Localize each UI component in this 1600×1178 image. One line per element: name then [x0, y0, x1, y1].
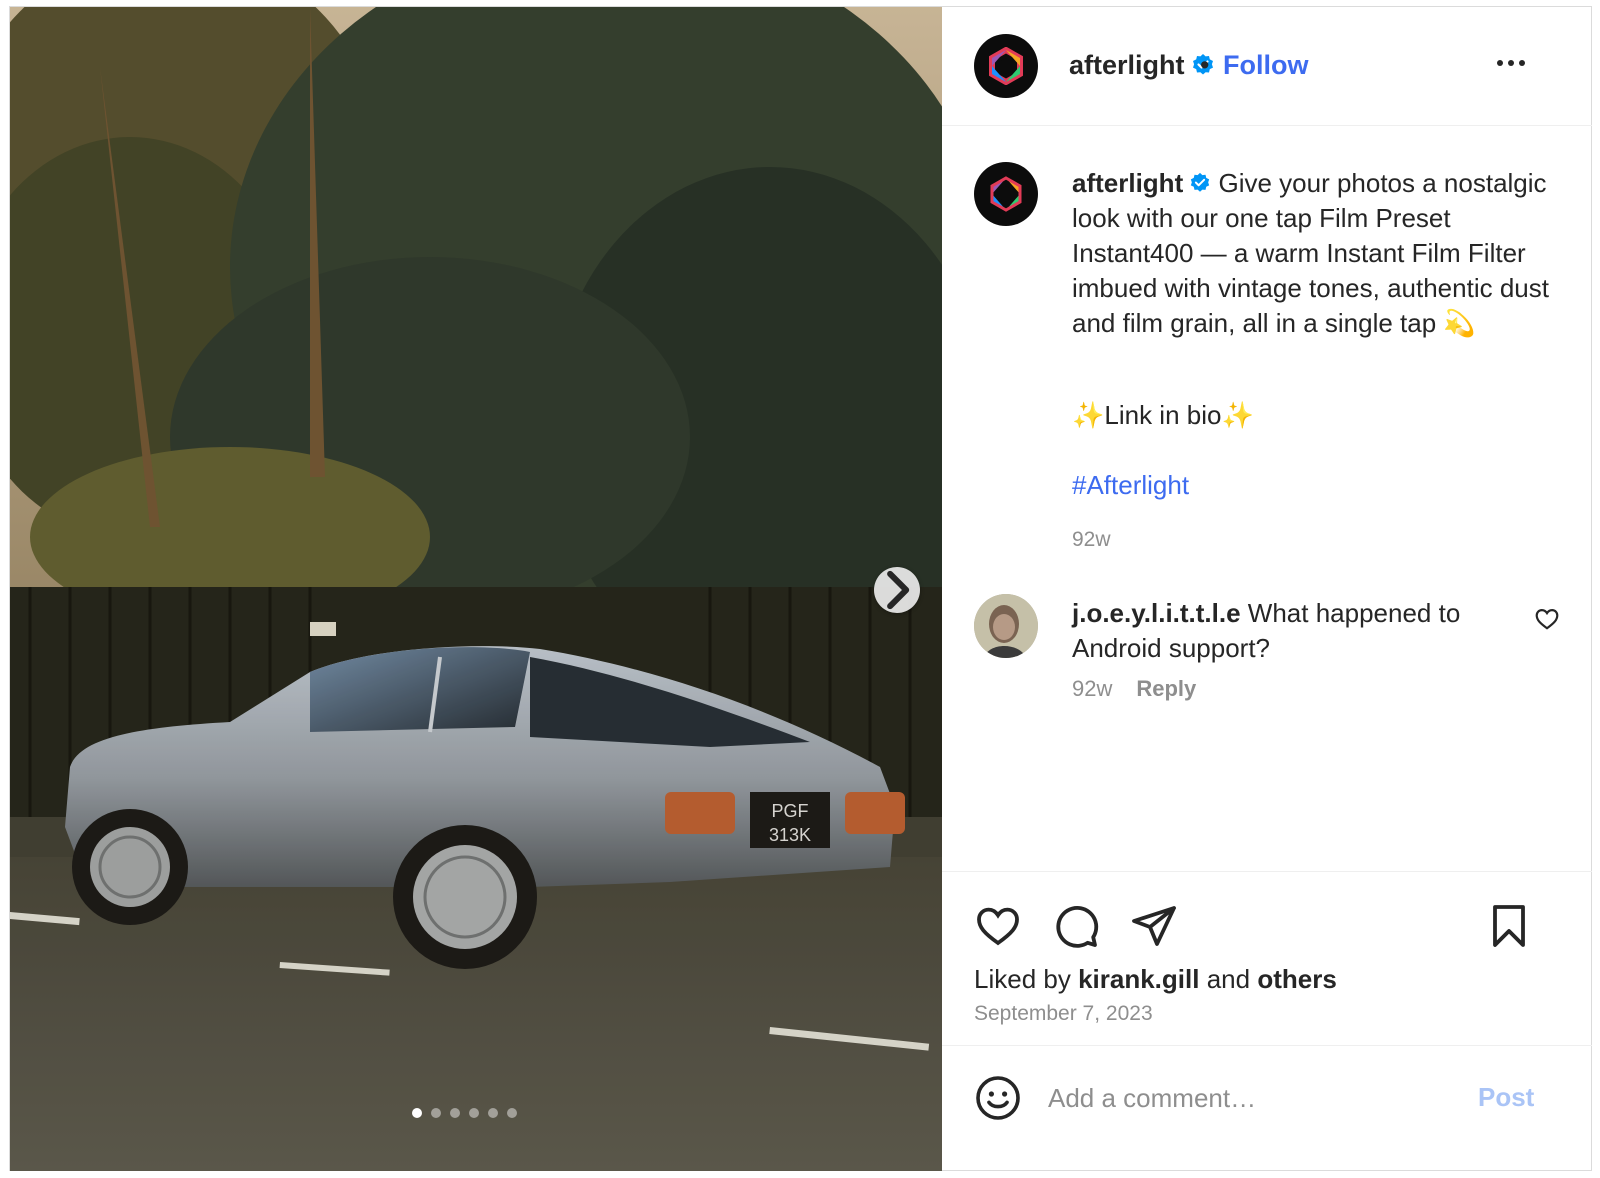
afterlight-logo-icon — [989, 47, 1023, 85]
header-separator: • — [1200, 50, 1210, 80]
carousel-dot — [488, 1108, 498, 1118]
car-photo-illustration: PGF 313K — [10, 7, 942, 1171]
chevron-right-icon — [887, 570, 910, 610]
more-dot — [1508, 60, 1514, 66]
caption-username[interactable]: afterlight — [1072, 168, 1183, 198]
carousel-dot — [469, 1108, 479, 1118]
liked-by-text: Liked by kirank.gill and others — [974, 964, 1337, 995]
carousel-dot — [412, 1108, 422, 1118]
liked-by-others[interactable]: others — [1257, 964, 1336, 994]
add-comment-bar: Post — [942, 1045, 1592, 1165]
heart-outline-icon — [1535, 609, 1559, 630]
caption-timestamp[interactable]: 92w — [1072, 528, 1111, 552]
commenter-avatar-image — [974, 594, 1038, 658]
action-icons — [974, 902, 1178, 950]
reply-button[interactable]: Reply — [1136, 676, 1196, 702]
carousel-dot — [450, 1108, 460, 1118]
post-actions: Liked by kirank.gill and others Septembe… — [942, 871, 1592, 1051]
comment-icon[interactable] — [1052, 902, 1100, 950]
carousel-dot — [431, 1108, 441, 1118]
comment-meta: 92w Reply — [1072, 676, 1196, 702]
emoji-smile-icon[interactable] — [974, 1074, 1022, 1122]
comment-text: j.o.e.y.l.i.t.t.l.e What happened to And… — [1072, 596, 1512, 666]
heart-icon[interactable] — [974, 902, 1022, 950]
add-comment-input[interactable] — [1048, 1076, 1468, 1120]
bookmark-icon[interactable] — [1485, 902, 1533, 950]
post-detail-panel: afterlight • Follow afterlight Give your… — [942, 7, 1592, 1171]
afterlight-logo-icon — [990, 176, 1022, 212]
carousel-dot — [507, 1108, 517, 1118]
commenter-avatar[interactable] — [974, 594, 1038, 658]
more-options-icon[interactable] — [1497, 60, 1525, 66]
caption-hashtag[interactable]: #Afterlight — [1072, 470, 1189, 501]
post-header: afterlight • Follow — [942, 7, 1592, 126]
carousel-indicator — [412, 1108, 517, 1118]
header-username[interactable]: afterlight — [1069, 50, 1215, 81]
caption-avatar[interactable] — [974, 162, 1038, 226]
follow-button[interactable]: Follow — [1223, 50, 1308, 81]
liked-by-user[interactable]: kirank.gill — [1078, 964, 1199, 994]
liked-by-prefix: Liked by — [974, 964, 1071, 994]
header-username-text[interactable]: afterlight — [1069, 50, 1185, 80]
post-date[interactable]: September 7, 2023 — [974, 1002, 1153, 1026]
comment-like-button[interactable] — [1534, 606, 1560, 637]
verified-badge-icon — [1191, 173, 1210, 192]
comment-timestamp[interactable]: 92w — [1072, 676, 1112, 702]
afterlight-avatar[interactable] — [974, 34, 1038, 98]
post-photo[interactable]: PGF 313K — [10, 7, 942, 1171]
post-comment-button[interactable]: Post — [1478, 1082, 1534, 1113]
liked-by-and: and — [1206, 964, 1251, 994]
caption-link-in-bio: ✨Link in bio✨ — [1072, 400, 1254, 430]
more-dot — [1497, 60, 1503, 66]
next-photo-button[interactable] — [874, 567, 920, 613]
caption-section: afterlight Give your photos a nostalgic … — [942, 126, 1592, 871]
more-dot — [1519, 60, 1525, 66]
share-send-icon[interactable] — [1130, 902, 1178, 950]
comment-username[interactable]: j.o.e.y.l.i.t.t.l.e — [1072, 598, 1241, 628]
caption-text: afterlight Give your photos a nostalgic … — [1072, 166, 1552, 341]
